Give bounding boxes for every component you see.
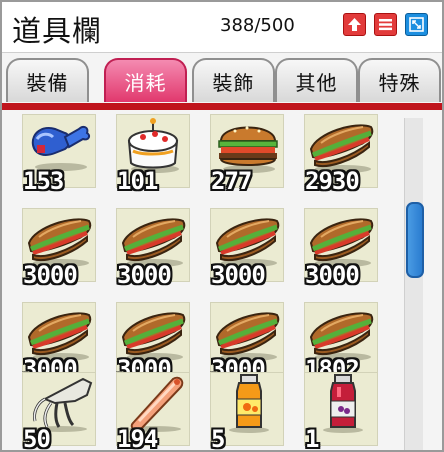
hamburger-icon	[218, 126, 278, 173]
item-quantity: 194	[117, 425, 158, 452]
item-quantity: 5	[211, 425, 225, 452]
inventory-window: 道具欄 388/500 裝備 消耗 裝飾 其他 特殊 153 101 277 2…	[0, 0, 444, 452]
item-slot[interactable]: 2930	[304, 114, 378, 195]
tab-label: 裝飾	[212, 70, 255, 95]
capacity-counter: 388/500	[220, 15, 295, 36]
tab-equipment[interactable]: 裝備	[6, 58, 89, 102]
item-slot[interactable]: 3000	[210, 302, 284, 383]
item-quantity: 101	[117, 167, 158, 195]
scrollbar-track[interactable]	[404, 118, 423, 450]
up-arrow-icon	[348, 18, 361, 31]
sort-up-button[interactable]	[343, 13, 366, 36]
item-quantity: 50	[23, 425, 51, 452]
item-slot[interactable]: 3000	[304, 208, 378, 289]
scrollbar-thumb[interactable]	[406, 202, 424, 278]
item-slot[interactable]: 101	[116, 114, 190, 195]
item-slot[interactable]: 3000	[22, 208, 96, 289]
sandwich-icon	[27, 312, 92, 361]
red-potion-icon	[323, 374, 363, 433]
sausage-icon	[129, 376, 184, 432]
item-quantity: 277	[211, 167, 252, 195]
sandwich-icon	[27, 218, 92, 267]
title-bar[interactable]: 道具欄 388/500	[2, 2, 442, 53]
item-slot[interactable]: 1802	[304, 302, 378, 383]
item-slot[interactable]: 3000	[116, 208, 190, 289]
item-slot[interactable]: 277	[210, 114, 284, 195]
item-slot[interactable]: 3000	[210, 208, 284, 289]
tab-decoration[interactable]: 裝飾	[192, 58, 275, 102]
menu-icon	[379, 19, 392, 31]
item-quantity: 3000	[117, 261, 172, 289]
item-slot[interactable]: 194	[116, 372, 190, 450]
sandwich-icon	[309, 312, 374, 361]
blue-drumstick-icon	[31, 125, 91, 171]
item-quantity: 3000	[211, 261, 266, 289]
squid-icon	[33, 377, 93, 432]
orange-juice-icon	[229, 374, 269, 433]
tab-underline	[2, 103, 442, 110]
item-quantity: 2930	[305, 167, 360, 195]
item-quantity: 3000	[23, 261, 78, 289]
tab-label: 消耗	[124, 70, 167, 95]
tab-other[interactable]: 其他	[275, 58, 358, 102]
item-quantity: 3000	[305, 261, 360, 289]
item-slot[interactable]: 1	[304, 372, 378, 450]
item-slot[interactable]: 153	[22, 114, 96, 195]
item-slot[interactable]: 3000	[22, 302, 96, 383]
category-tabs: 裝備 消耗 裝飾 其他 特殊	[2, 56, 442, 104]
sandwich-icon	[215, 218, 280, 267]
tab-label: 裝備	[26, 70, 69, 95]
expand-button[interactable]	[405, 13, 428, 36]
sandwich-icon	[121, 312, 186, 361]
item-quantity: 1	[305, 425, 319, 452]
cake-icon	[127, 118, 179, 173]
sandwich-icon	[215, 312, 280, 361]
tab-consumable[interactable]: 消耗	[104, 58, 187, 102]
expand-icon	[409, 17, 424, 32]
sandwich-icon	[121, 218, 186, 267]
item-slot[interactable]: 5	[210, 372, 284, 450]
tab-label: 其他	[295, 70, 338, 95]
sandwich-icon	[309, 218, 374, 267]
sandwich-icon	[309, 124, 374, 173]
menu-button[interactable]	[374, 13, 397, 36]
item-slot[interactable]: 3000	[116, 302, 190, 383]
item-quantity: 153	[23, 167, 64, 195]
window-title: 道具欄	[12, 14, 103, 48]
item-slot[interactable]: 50	[22, 372, 96, 450]
item-grid: 153 101 277 2930 3000 3000 3000 3000 300…	[2, 110, 442, 450]
tab-special[interactable]: 特殊	[358, 58, 441, 102]
tab-label: 特殊	[378, 70, 421, 95]
